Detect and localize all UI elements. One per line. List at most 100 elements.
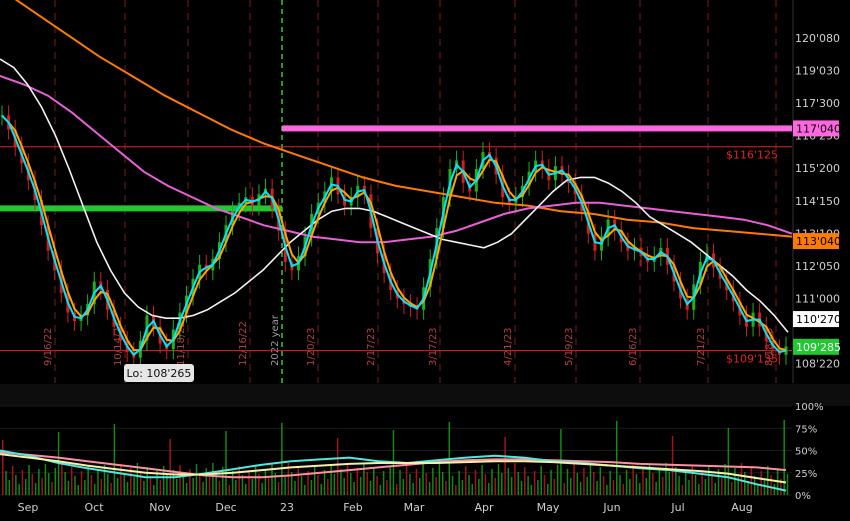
- volume-bar: [517, 472, 519, 495]
- volume-bar: [97, 470, 99, 495]
- volume-bar: [294, 481, 296, 495]
- date-label: 12/16/22: [238, 321, 249, 366]
- volume-bar: [199, 473, 201, 495]
- volume-bar: [310, 480, 313, 495]
- volume-bar: [103, 465, 106, 495]
- volume-bar: [313, 466, 316, 495]
- volume-bar: [100, 479, 102, 495]
- volume-bar: [474, 470, 477, 495]
- volume-bar: [576, 473, 579, 495]
- volume-bar: [750, 467, 753, 495]
- volume-bar: [586, 477, 588, 495]
- month-label: May: [537, 501, 560, 514]
- volume-bar: [688, 480, 690, 495]
- volume-bar: [235, 480, 237, 495]
- date-label: 6/16/23: [628, 327, 639, 366]
- date-label: 9/16/22: [43, 327, 54, 366]
- volume-bar: [248, 470, 250, 495]
- volume-bar: [527, 476, 529, 495]
- volume-bar: [711, 474, 713, 495]
- volume-bar: [323, 470, 326, 495]
- volume-bar: [563, 483, 565, 495]
- volume-bar: [445, 481, 447, 495]
- volume-bar: [461, 480, 464, 495]
- volume-bar: [300, 476, 303, 495]
- volume-bar: [504, 437, 506, 495]
- chart-root: 9/16/22 10/14/22 11/18/22 12/16/22 2022 year…: [0, 0, 850, 517]
- volume-bar: [694, 475, 697, 495]
- volume-bar: [501, 473, 503, 495]
- volume-bar: [382, 471, 385, 495]
- volume-bar: [396, 484, 398, 495]
- volume-bar: [376, 476, 378, 495]
- volume-bar: [602, 476, 605, 495]
- volume-bar: [556, 465, 559, 495]
- date-label: 4/21/23: [503, 327, 514, 366]
- volume-bar: [369, 481, 372, 495]
- volume-bar: [550, 470, 552, 495]
- volume-bar: [484, 474, 487, 495]
- volume-bar: [579, 482, 582, 495]
- volume-bar: [244, 484, 247, 495]
- volume-bar: [143, 481, 145, 495]
- volume-bar: [373, 467, 375, 495]
- volume-bar: [212, 463, 214, 495]
- volume-bar: [333, 474, 336, 495]
- volume-bar: [284, 477, 286, 495]
- volume-bar: [304, 485, 306, 495]
- month-label: Oct: [84, 501, 104, 514]
- month-label: Jun: [602, 501, 620, 514]
- volume-bar: [116, 478, 119, 495]
- volume-bar: [77, 485, 80, 495]
- price-tick-label: 112'050: [795, 260, 840, 273]
- price-tick-label: 114'150: [795, 195, 840, 208]
- volume-bar: [655, 482, 657, 495]
- volume-bar: [468, 475, 470, 495]
- volume-bar: [524, 467, 526, 495]
- alert-level-label: $109'135: [726, 353, 778, 366]
- volume-bar: [464, 466, 467, 495]
- volume-bar: [156, 471, 158, 495]
- volume-bar: [28, 465, 30, 495]
- volume-bar: [366, 472, 368, 495]
- volume-bar: [757, 485, 759, 495]
- date-label: 5/19/23: [564, 327, 575, 366]
- volume-bar: [202, 482, 204, 495]
- month-label: Dec: [215, 501, 236, 514]
- volume-bar: [2, 440, 4, 495]
- volume-bar: [176, 479, 178, 495]
- volume-bar: [225, 431, 227, 495]
- volume-bar: [478, 479, 480, 495]
- volume-bar: [44, 464, 47, 495]
- volume-bar: [169, 439, 171, 495]
- volume-bar: [67, 481, 70, 495]
- volume-bar: [327, 479, 329, 495]
- volume-bar: [652, 473, 654, 495]
- volume-bar: [635, 474, 638, 495]
- volume-bar: [570, 478, 572, 495]
- volume-bar: [5, 471, 7, 495]
- volume-bar: [530, 485, 533, 495]
- volume-bar: [80, 471, 83, 495]
- volume-bar: [47, 473, 50, 495]
- volume-bar: [87, 466, 89, 495]
- volume-bar: [267, 478, 270, 495]
- volume-bar: [389, 466, 391, 495]
- volume-bar: [110, 483, 112, 495]
- volume-bar: [721, 478, 723, 495]
- volume-bar: [438, 463, 441, 495]
- price-tick-label: 120'080: [795, 32, 840, 45]
- month-label: Sep: [18, 501, 39, 514]
- volume-bar: [195, 464, 198, 495]
- price-tag-label: 109'285: [796, 341, 841, 354]
- volume-bar: [343, 478, 345, 495]
- volume-bar: [261, 483, 263, 495]
- volume-bar: [107, 474, 109, 495]
- volume-bar: [514, 463, 516, 495]
- date-label: 2022 year: [270, 314, 281, 366]
- volume-bar: [126, 482, 129, 495]
- volume-bar: [625, 470, 628, 495]
- volume-bar: [123, 473, 125, 495]
- month-label: Nov: [149, 501, 171, 514]
- date-label: 7/21/23: [696, 327, 707, 366]
